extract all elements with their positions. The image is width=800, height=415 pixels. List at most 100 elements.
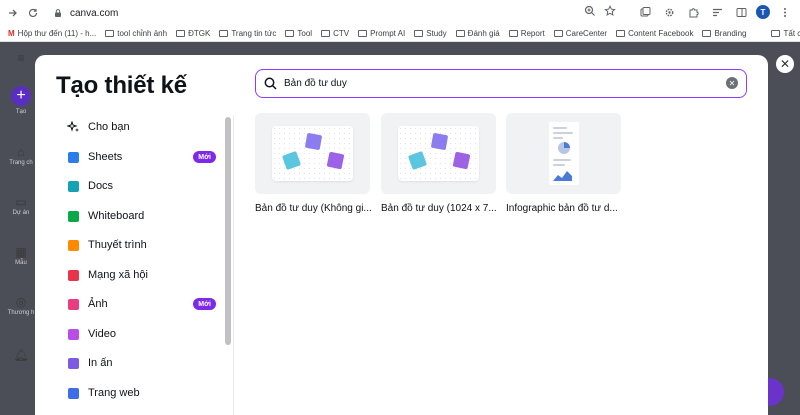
rail-projects-button[interactable]: ▭ Dự án [6,194,36,216]
bookmark-label: Branding [714,28,747,38]
bookmark-folder[interactable]: Branding [702,29,746,38]
bookmark-label: Hộp thư đến (11) - h... [17,28,97,38]
mind-map-thumbnail [381,113,496,194]
star-icon[interactable] [604,5,616,17]
menu-item-sheets[interactable]: Sheets Mới [66,146,216,168]
close-modal-button[interactable]: ✕ [776,55,794,73]
result-card[interactable]: Bản đồ tư duy (Không gi... [255,113,372,214]
modal-title: Tạo thiết kế [56,72,187,99]
profile-avatar[interactable]: T [756,5,770,19]
bookmark-folder[interactable]: Prompt AI [358,29,405,38]
create-design-modal: Tạo thiết kế ✕ Cho bạn Sheets Mới Docs W… [35,55,768,415]
result-card[interactable]: Bản đồ tư duy (1024 x 7... [381,113,497,214]
photo-icon [66,297,80,311]
presentation-icon [66,238,80,252]
website-icon [66,386,80,400]
reload-button[interactable] [22,2,44,24]
search-input[interactable] [284,78,684,89]
rail-label: Dự án [12,210,30,216]
rail-templates-button[interactable]: ▦ Mẫu [6,244,36,266]
bookmark-folder[interactable]: CareCenter [553,28,608,38]
infographic-icon [549,122,579,185]
forward-button[interactable] [2,2,24,24]
bookmark-folder[interactable]: Tool [285,29,312,38]
menu-scrollbar[interactable] [225,117,231,345]
bookmark-label: ĐTGK [188,28,211,38]
new-badge: Mới [193,151,216,163]
menu-item-print[interactable]: In ấn [66,352,216,374]
menu-label: Ảnh [88,298,108,310]
mind-map-thumbnail [255,113,370,194]
kebab-menu-icon[interactable] [776,3,794,21]
hamburger-icon: ≡ [17,51,25,65]
folder-icon [285,29,295,37]
extensions-puzzle-icon[interactable] [684,3,702,21]
bookmark-folder[interactable]: CTV [321,29,349,38]
site-info-icon[interactable] [52,7,64,19]
bookmark-folder[interactable]: Content Facebook [616,29,693,38]
reload-icon [28,8,38,18]
heart-icon [66,268,80,282]
clear-search-button[interactable]: ✕ [726,77,738,89]
arrow-right-icon [9,9,17,17]
search-icon [264,77,277,90]
folder-icon [321,29,331,37]
menu-item-whiteboard[interactable]: Whiteboard [66,205,216,227]
bookmark-label: Report [520,28,545,38]
docs-icon [66,179,80,193]
bookmark-label: CareCenter [565,28,608,38]
print-icon [66,356,80,370]
menu-item-video[interactable]: Video [66,323,216,345]
menu-item-photo[interactable]: Ảnh Mới [66,293,216,315]
menu-item-website[interactable]: Trang web [66,382,216,404]
canva-side-rail: ≡ + Tạo ⌂ Trang ch ▭ Dự án ▦ Mẫu ◎ Thươn… [0,42,36,415]
bookmark-folder[interactable]: Study [414,29,447,38]
side-panel-icon[interactable] [732,3,750,21]
bookmark-folder[interactable]: ĐTGK [176,29,210,38]
bookmark-label: Tool [297,28,313,38]
bookmark-all-folder[interactable]: Tất cả dấu trang [771,29,800,38]
rail-notifications-button[interactable]: 🔔︎ [6,347,36,363]
new-badge: Mới [193,298,216,310]
bookmark-folder[interactable]: Trang tin tức [219,29,276,38]
rail-create-button[interactable]: + Tạo [6,86,36,115]
menu-label: Whiteboard [88,210,145,222]
templates-icon: ▦ [15,245,27,259]
rail-home-button[interactable]: ⌂ Trang ch [6,144,36,166]
menu-divider [233,115,234,415]
result-card[interactable]: Infographic bản đồ tư d... [506,113,621,214]
close-icon: ✕ [728,78,736,88]
menu-item-docs[interactable]: Docs [66,175,216,197]
mind-map-card [398,126,479,181]
bookmark-label: Trang tin tức [231,28,277,38]
bookmark-label: tool chỉnh ảnh [117,28,168,38]
design-search-box[interactable]: ✕ [255,69,747,98]
rail-menu-button[interactable]: ≡ [6,50,36,66]
bookmark-folder[interactable]: tool chỉnh ảnh [105,29,167,38]
rail-brand-button[interactable]: ◎ Thương h [6,294,36,316]
bookmark-label: CTV [333,28,350,38]
browser-toolbar: canva.com T [0,0,800,25]
menu-item-for-you[interactable]: Cho bạn [66,116,216,138]
folder-icon [702,29,712,37]
menu-label: Video [88,328,116,340]
folder-icon [105,29,115,37]
rail-label: Tạo [15,109,27,115]
tab-search-icon[interactable] [636,3,654,21]
folder-icon [771,29,781,37]
address-bar[interactable]: canva.com [44,3,622,23]
menu-label: Docs [88,180,114,192]
result-label: Bản đồ tư duy (Không gi... [255,203,372,214]
menu-item-social-media[interactable]: Mạng xã hội [66,264,216,286]
extension-gear-icon[interactable] [660,3,678,21]
menu-label: In ấn [88,357,113,369]
bookmark-folder[interactable]: Report [508,28,545,38]
result-label: Infographic bản đồ tư d... [506,203,618,214]
home-icon: ⌂ [17,145,25,159]
bookmark-gmail[interactable]: M Hộp thư đến (11) - h... [8,29,96,38]
menu-item-presentation[interactable]: Thuyết trình [66,234,216,256]
reading-list-icon[interactable] [708,3,726,21]
zoom-icon[interactable] [584,5,596,17]
whiteboard-icon [66,209,80,223]
bookmark-folder[interactable]: Đánh giá [455,29,500,38]
